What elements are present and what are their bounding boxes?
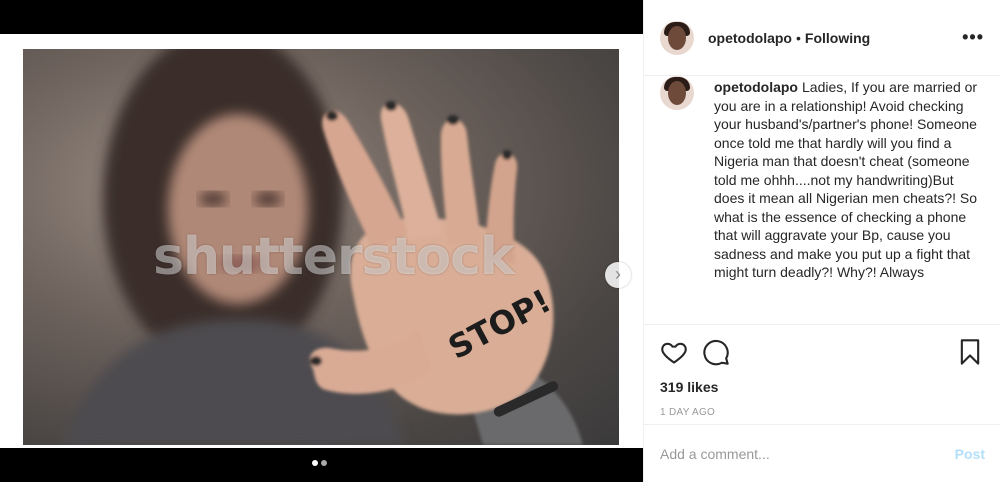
likes-count[interactable]: 319 likes	[660, 379, 984, 395]
heart-icon[interactable]	[660, 338, 688, 366]
post-side-panel: opetodolapo • Following ••• opetodolapo L…	[643, 0, 1000, 482]
media-frame: STOP! shutterstock ›	[0, 34, 643, 466]
post-comment-button[interactable]: Post	[955, 446, 985, 462]
post-photo[interactable]: STOP! shutterstock	[23, 49, 619, 445]
avatar[interactable]	[660, 20, 694, 55]
following-button[interactable]: Following	[805, 30, 870, 46]
carousel-dot	[321, 460, 327, 466]
more-options-icon[interactable]: •••	[962, 27, 984, 48]
comment-bar: Post	[644, 424, 1000, 482]
shutterstock-watermark: shutterstock	[153, 227, 515, 287]
carousel-dot-active	[312, 460, 318, 466]
post-caption: opetodolapo Ladies, If you are married or…	[714, 78, 984, 324]
comment-bubble-icon[interactable]	[702, 338, 730, 366]
header-separator: •	[796, 29, 801, 46]
post-date[interactable]: 1 DAY AGO	[660, 407, 984, 418]
chevron-right-icon: ›	[615, 264, 621, 284]
action-row	[660, 337, 984, 367]
instagram-post-modal: STOP! shutterstock › opetodolapo • Follo…	[0, 0, 1000, 482]
post-actions: 319 likes 1 DAY AGO	[644, 324, 1000, 418]
next-slide-button[interactable]: ›	[605, 262, 631, 288]
bookmark-icon[interactable]	[956, 338, 984, 366]
post-header: opetodolapo • Following •••	[644, 0, 1000, 76]
caption-text: Ladies, If you are married or you are in…	[714, 79, 978, 280]
caption-username-link[interactable]: opetodolapo	[714, 79, 798, 95]
comments-area: opetodolapo Ladies, If you are married or…	[644, 76, 1000, 324]
caption-avatar[interactable]	[660, 76, 694, 110]
add-comment-input[interactable]	[660, 445, 955, 462]
media-area: STOP! shutterstock ›	[0, 0, 643, 482]
username-link[interactable]: opetodolapo	[708, 30, 792, 46]
carousel-dots	[312, 460, 327, 466]
